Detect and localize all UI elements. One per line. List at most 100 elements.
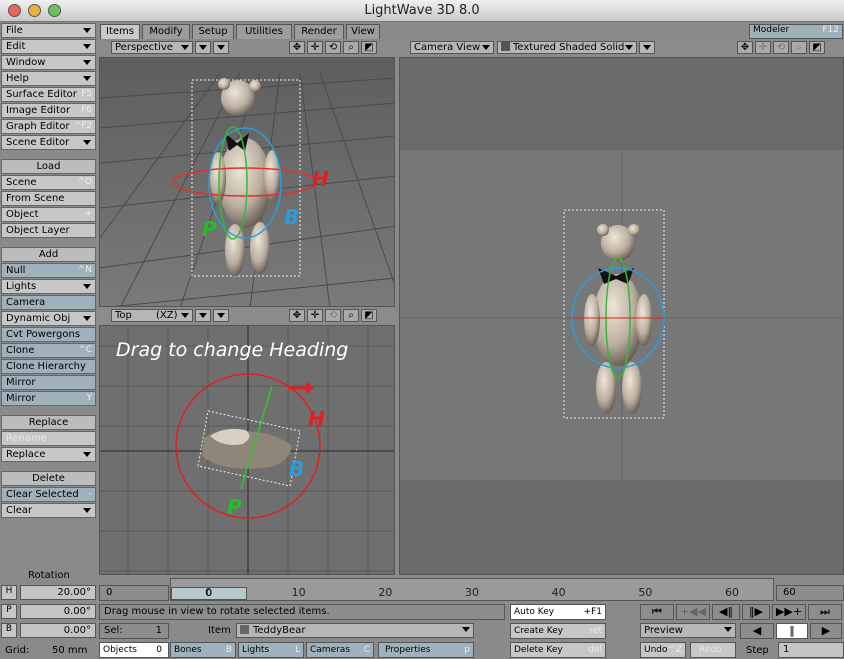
graph-editor-button[interactable]: Graph Editor ^F2	[1, 119, 96, 134]
play-forward-icon[interactable]: ▶	[810, 623, 842, 639]
replace-menu[interactable]: Replace	[1, 447, 96, 462]
dynamic-obj-menu[interactable]: Dynamic Obj	[1, 311, 96, 326]
surface-editor-shortcut: F5	[81, 89, 92, 99]
scene-editor-menu[interactable]: Scene Editor	[1, 135, 96, 150]
clear-menu[interactable]: Clear	[1, 503, 96, 518]
perspective-options-dropdown[interactable]	[195, 41, 211, 54]
zoom-view-icon[interactable]: ⌕	[791, 41, 807, 54]
cvt-powergons-button[interactable]: Cvt Powergons	[1, 327, 96, 342]
rotate-view-icon[interactable]: ⟲	[773, 41, 789, 54]
surface-editor-button[interactable]: Surface Editor F5	[1, 87, 96, 102]
bank-field[interactable]: 0.00°	[20, 623, 96, 638]
edit-menu[interactable]: Edit	[1, 39, 96, 54]
image-editor-button[interactable]: Image Editor F6	[1, 103, 96, 118]
window-menu[interactable]: Window	[1, 55, 96, 70]
tab-modify[interactable]: Modify	[142, 24, 190, 39]
undo-button[interactable]: Undo ^Z	[640, 642, 686, 658]
maximize-view-icon[interactable]: ◩	[809, 41, 825, 54]
perspective-viewport[interactable]: H P B	[99, 57, 395, 307]
object-layer-button[interactable]: Object Layer	[1, 223, 96, 238]
top-view-dropdown[interactable]: Top (XZ)	[111, 309, 193, 322]
redo-button[interactable]: Redo	[690, 642, 736, 658]
null-button[interactable]: Null ^N	[1, 263, 96, 278]
lights-menu[interactable]: Lights	[1, 279, 96, 294]
play-reverse-icon[interactable]: ◀	[740, 623, 774, 639]
b-axis-button[interactable]: B	[1, 623, 17, 638]
tab-setup[interactable]: Setup	[192, 24, 234, 39]
previous-key-icon[interactable]: +◀◀	[676, 604, 710, 620]
pan-view-icon[interactable]: ✛	[307, 41, 323, 54]
bones-mode-button[interactable]: Bones B	[170, 642, 236, 658]
camera-label: Camera	[6, 297, 46, 308]
camera-viewport[interactable]	[399, 57, 844, 575]
previous-frame-icon[interactable]: ◀‖	[712, 604, 740, 620]
auto-key-button[interactable]: Auto Key +F1	[510, 604, 606, 620]
perspective-display-dropdown[interactable]	[213, 41, 229, 54]
heading-field[interactable]: 20.00°	[20, 585, 96, 600]
tab-utilities[interactable]: Utilities	[236, 24, 292, 39]
properties-button[interactable]: Properties p	[378, 642, 474, 658]
pitch-field[interactable]: 0.00°	[20, 604, 96, 619]
mirror-button[interactable]: Mirror	[1, 375, 96, 390]
rotate-view-icon[interactable]: ⟲	[325, 41, 341, 54]
first-frame-icon[interactable]: ⏮	[640, 604, 674, 620]
last-frame-icon[interactable]: ⏭	[808, 604, 842, 620]
preview-dropdown[interactable]: Preview	[640, 623, 736, 638]
move-view-icon[interactable]: ✥	[737, 41, 753, 54]
move-view-icon[interactable]: ✥	[289, 41, 305, 54]
step-label: Step	[746, 645, 769, 656]
clone-hierarchy-button[interactable]: Clone Hierarchy	[1, 359, 96, 374]
mirror-shortcut: Y	[86, 393, 93, 403]
mirror-button[interactable]: Mirror Y	[1, 391, 96, 406]
zoom-view-icon[interactable]: ⌕	[343, 309, 359, 322]
move-view-icon[interactable]: ✥	[289, 309, 305, 322]
camera-button[interactable]: Camera	[1, 295, 96, 310]
next-key-icon[interactable]: ▶▶+	[772, 604, 806, 620]
rename-button[interactable]: Rename	[1, 431, 96, 446]
lights-mode-button[interactable]: Lights L	[238, 642, 304, 658]
maximize-view-icon[interactable]: ◩	[361, 309, 377, 322]
top-options-dropdown[interactable]	[195, 309, 211, 322]
tab-items[interactable]: Items	[100, 24, 140, 39]
clear-selected-button[interactable]: Clear Selected -	[1, 487, 96, 502]
camera-view-dropdown[interactable]: Camera View	[410, 41, 494, 54]
top-viewport[interactable]: Drag to change Heading H P B	[99, 325, 395, 575]
pan-view-icon[interactable]: ✛	[755, 41, 771, 54]
tab-render[interactable]: Render	[294, 24, 344, 39]
render-mode-dropdown[interactable]: Textured Shaded Solid	[497, 41, 637, 54]
next-frame-icon[interactable]: ‖▶	[742, 604, 770, 620]
top-display-dropdown[interactable]	[213, 309, 229, 322]
help-menu[interactable]: Help	[1, 71, 96, 86]
modeler-button[interactable]: Modeler F12	[749, 24, 843, 39]
scene-button[interactable]: Scene ^O	[1, 175, 96, 190]
object-icon	[240, 625, 249, 634]
image-editor-shortcut: F6	[81, 105, 92, 115]
tab-view[interactable]: View	[346, 24, 380, 39]
p-axis-button[interactable]: P	[1, 604, 17, 619]
perspective-view-dropdown[interactable]: Perspective	[111, 41, 193, 54]
timeline-tick-label: 50	[638, 586, 653, 599]
clone-label: Clone	[6, 345, 35, 356]
bank-handle-label-top: B	[289, 457, 304, 481]
pan-view-icon[interactable]: ✛	[307, 309, 323, 322]
rotate-view-icon[interactable]: ⟲	[325, 309, 341, 322]
objects-mode-button[interactable]: Objects 0	[99, 642, 169, 658]
timeline-end-field[interactable]: 60	[776, 585, 844, 601]
cameras-mode-button[interactable]: Cameras C	[306, 642, 374, 658]
current-item-dropdown[interactable]: TeddyBear	[236, 623, 474, 638]
maximize-view-icon[interactable]: ◩	[361, 41, 377, 54]
camera-display-dropdown[interactable]	[639, 41, 655, 54]
zoom-view-icon[interactable]: ⌕	[343, 41, 359, 54]
delete-key-button[interactable]: Delete Key del	[510, 642, 606, 658]
clone-button[interactable]: Clone ^C	[1, 343, 96, 358]
lights-label: Lights	[6, 281, 37, 292]
pause-icon[interactable]: ‖	[776, 623, 808, 639]
pitch-handle-label-top: P	[227, 495, 242, 519]
timeline-start-field[interactable]: 0	[99, 585, 169, 601]
create-key-button[interactable]: Create Key ret	[510, 623, 606, 639]
h-axis-button[interactable]: H	[1, 585, 17, 600]
from-scene-button[interactable]: From Scene	[1, 191, 96, 206]
file-menu[interactable]: File	[1, 23, 96, 38]
object-button[interactable]: Object +	[1, 207, 96, 222]
step-field[interactable]: 1	[778, 642, 844, 658]
